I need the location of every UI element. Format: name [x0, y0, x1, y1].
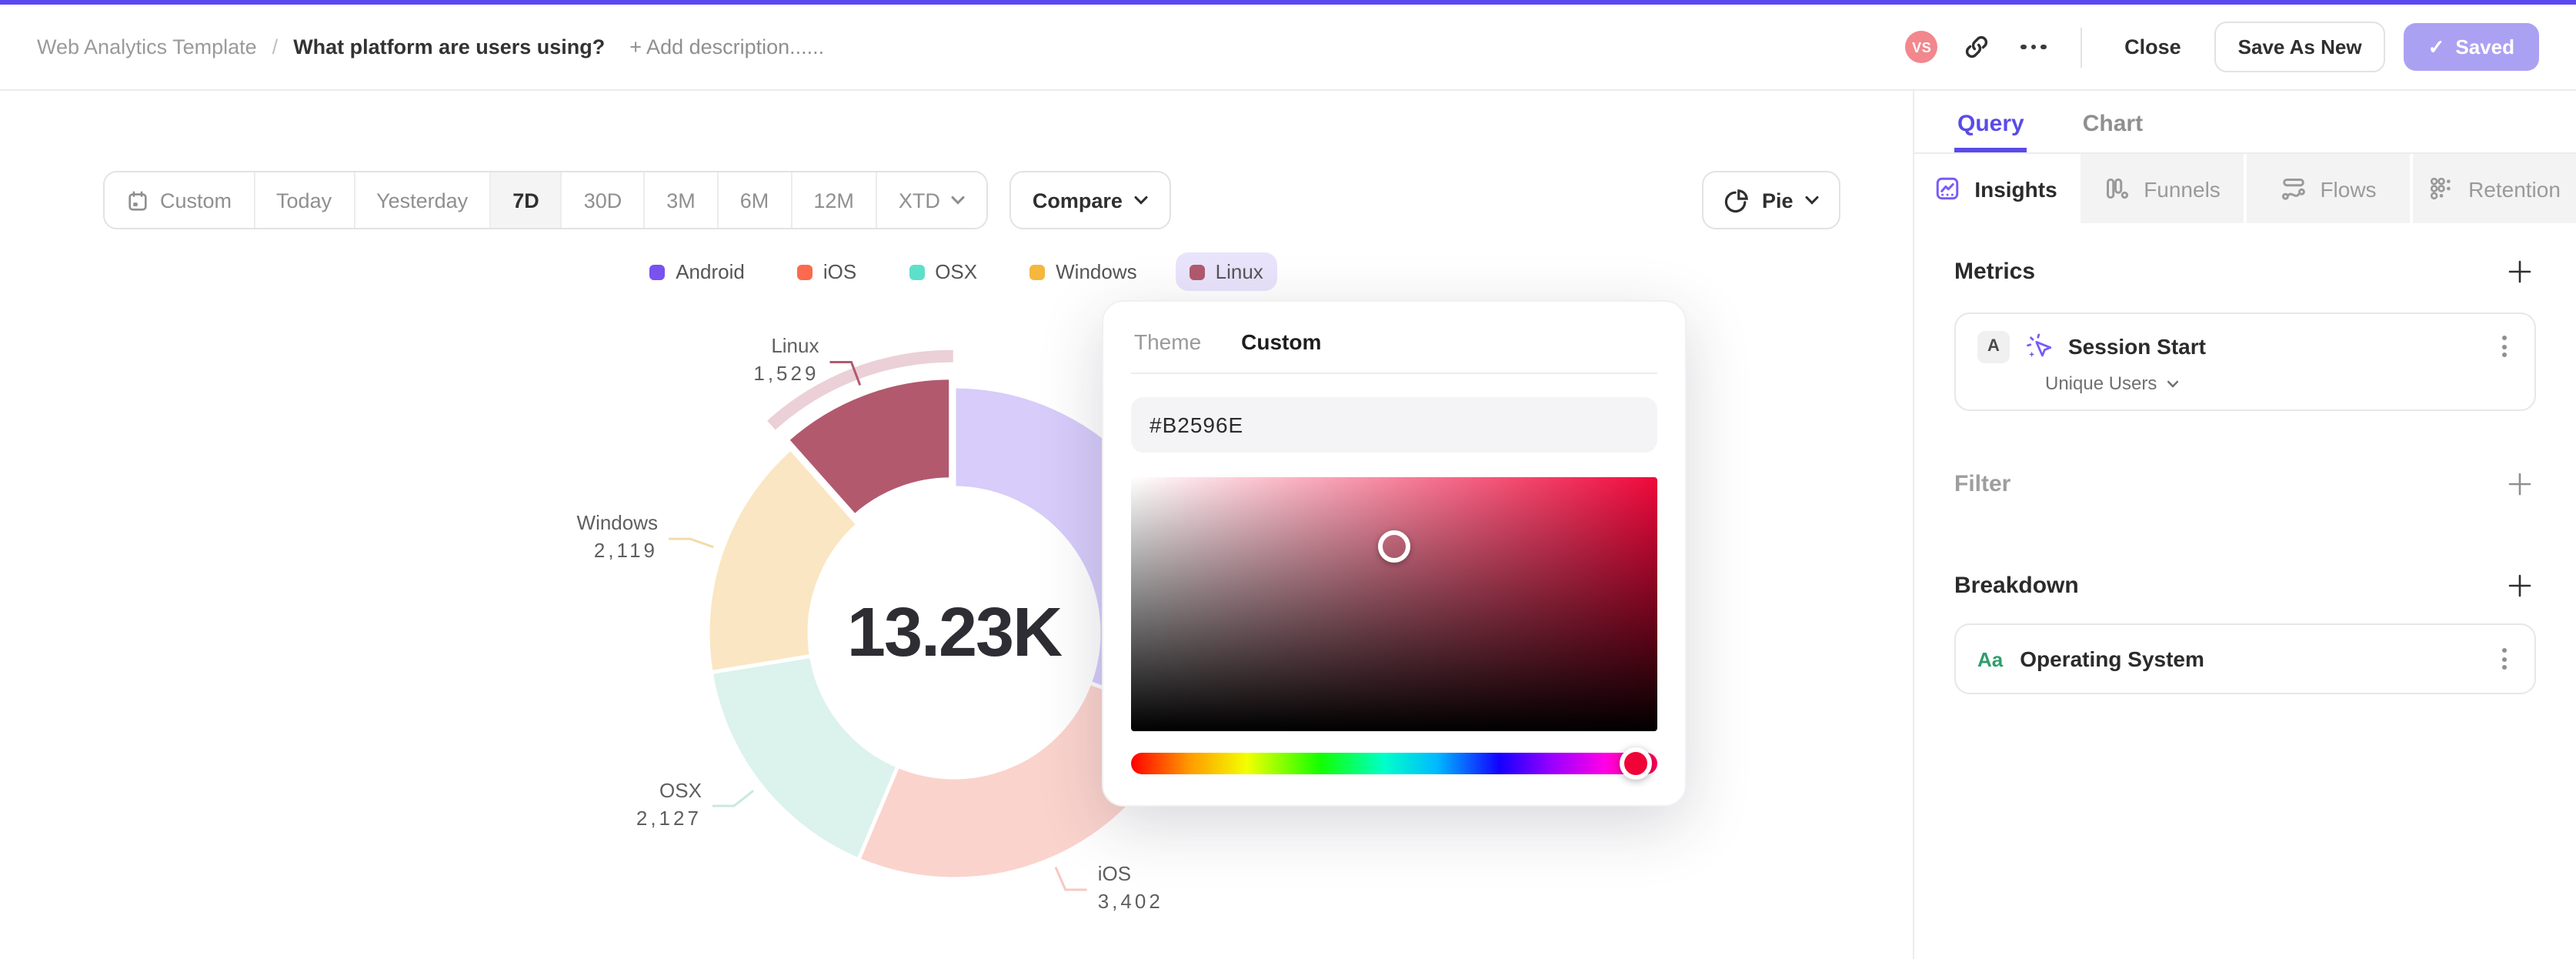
- insight-view-tabs: Insights Funnels Flows Retention: [1914, 154, 2576, 223]
- slice-label-name: Windows: [576, 511, 659, 535]
- slice-label-value: 2,127: [636, 806, 702, 830]
- breakdown-options-button[interactable]: [2496, 642, 2513, 676]
- tab-retention[interactable]: Retention: [2413, 154, 2576, 223]
- save-as-new-button[interactable]: Save As New: [2214, 22, 2385, 72]
- breakdown-heading: Breakdown: [1954, 572, 2079, 599]
- close-button[interactable]: Close: [2109, 23, 2197, 71]
- session-start-icon: [2027, 333, 2052, 358]
- saturation-value-area[interactable]: [1131, 477, 1657, 731]
- slice-label-windows: Windows 2,119: [577, 510, 659, 566]
- avatar[interactable]: VS: [1905, 31, 1938, 63]
- tab-query[interactable]: Query: [1954, 91, 2027, 152]
- slice-label-name: iOS: [1097, 861, 1132, 885]
- chevron-down-icon: [2167, 380, 2178, 388]
- metric-options-button[interactable]: [2496, 329, 2513, 363]
- slice-label-value: 1,529: [753, 362, 819, 386]
- flows-icon: [2281, 179, 2305, 200]
- tab-custom[interactable]: Custom: [1241, 329, 1321, 354]
- divider: [2080, 27, 2082, 67]
- slice-leader-ios: [1054, 867, 1087, 891]
- page-title[interactable]: What platform are users using?: [293, 35, 605, 58]
- check-icon: ✓: [2428, 35, 2445, 58]
- plus-icon: [2508, 574, 2531, 596]
- metric-name[interactable]: Session Start: [2068, 334, 2206, 359]
- breadcrumb: Web Analytics Template / What platform a…: [0, 35, 824, 58]
- metrics-section-header: Metrics: [1954, 254, 2536, 288]
- metrics-heading: Metrics: [1954, 258, 2036, 284]
- share-link-button[interactable]: [1954, 24, 2000, 70]
- query-panel: Query Chart Insights Funnels Flows Retentio…: [1913, 91, 2576, 959]
- color-cursor[interactable]: [1378, 530, 1410, 563]
- hue-slider[interactable]: [1131, 747, 1657, 780]
- metric-card[interactable]: A Session Start Unique Users: [1954, 312, 2536, 412]
- slice-label-linux: Linux 1,529: [753, 333, 819, 389]
- panel-header-tabs: Query Chart: [1914, 91, 2576, 154]
- filter-heading: Filter: [1954, 470, 2011, 497]
- chart-canvas: Custom Today Yesterday 7D 30D 3M 6M 12M XTD Comp…: [0, 91, 1913, 959]
- hue-slider-knob[interactable]: [1620, 747, 1653, 780]
- aggregation-selector[interactable]: Unique Users: [2045, 373, 2513, 394]
- topbar-actions: VS Close Save As New ✓ Saved: [1905, 22, 2576, 72]
- funnels-icon: [2107, 178, 2129, 199]
- view-tab-label: Retention: [2468, 176, 2561, 201]
- add-breakdown-button[interactable]: [2502, 568, 2536, 602]
- aggregation-label: Unique Users: [2045, 373, 2157, 395]
- color-picker-tabs: Theme Custom: [1131, 326, 1657, 374]
- breakdown-card[interactable]: Aa Operating System: [1954, 623, 2536, 695]
- slice-leader-osx: [712, 790, 755, 807]
- string-property-icon: Aa: [1977, 647, 2004, 671]
- color-picker-popover: Theme Custom #B2596E: [1102, 300, 1687, 807]
- insights-icon: [1937, 177, 1959, 200]
- slice-label-name: OSX: [659, 778, 702, 802]
- series-badge: A: [1977, 330, 2010, 363]
- query-panel-body: Metrics A Session Start Unique Users Fil…: [1914, 223, 2576, 695]
- add-description-button[interactable]: + Add description......: [629, 35, 824, 58]
- saved-button[interactable]: ✓ Saved: [2403, 23, 2539, 71]
- breadcrumb-root[interactable]: Web Analytics Template: [37, 35, 257, 58]
- donut-slice-osx[interactable]: [709, 653, 901, 863]
- plus-icon: [2508, 259, 2531, 282]
- tab-insights[interactable]: Insights: [1914, 154, 2080, 223]
- slice-label-name: Linux: [771, 334, 819, 358]
- slice-label-ios: iOS 3,402: [1098, 860, 1163, 917]
- tab-theme[interactable]: Theme: [1134, 329, 1201, 354]
- view-tab-label: Funnels: [2144, 176, 2221, 201]
- more-options-button[interactable]: [2020, 44, 2047, 50]
- link-icon: [1965, 35, 1987, 58]
- add-metric-button[interactable]: [2502, 254, 2536, 288]
- donut-total-value: 13.23K: [846, 593, 1063, 671]
- app-window: Web Analytics Template / What platform a…: [0, 0, 2576, 959]
- view-tab-label: Insights: [1974, 176, 2057, 201]
- filter-section-header: Filter: [1954, 466, 2536, 500]
- retention-icon: [2430, 177, 2451, 200]
- view-tab-label: Flows: [2320, 176, 2377, 201]
- tab-funnels[interactable]: Funnels: [2080, 154, 2247, 223]
- tab-flows[interactable]: Flows: [2247, 154, 2413, 223]
- add-filter-button[interactable]: [2502, 466, 2536, 500]
- slice-label-osx: OSX 2,127: [636, 777, 702, 833]
- slice-label-value: 3,402: [1097, 890, 1163, 914]
- plus-icon: [2508, 473, 2531, 495]
- slice-label-value: 2,119: [593, 539, 659, 563]
- slice-leader-windows: [669, 537, 714, 549]
- tab-chart[interactable]: Chart: [2080, 91, 2146, 152]
- hex-color-input[interactable]: #B2596E: [1131, 397, 1657, 453]
- saved-button-label: Saved: [2455, 35, 2514, 58]
- breakdown-property-name[interactable]: Operating System: [2020, 647, 2204, 672]
- breakdown-section-header: Breakdown: [1954, 568, 2536, 602]
- breadcrumb-separator: /: [272, 35, 279, 58]
- metric-card-row: A Session Start: [1977, 329, 2513, 363]
- top-bar: Web Analytics Template / What platform a…: [0, 5, 2576, 91]
